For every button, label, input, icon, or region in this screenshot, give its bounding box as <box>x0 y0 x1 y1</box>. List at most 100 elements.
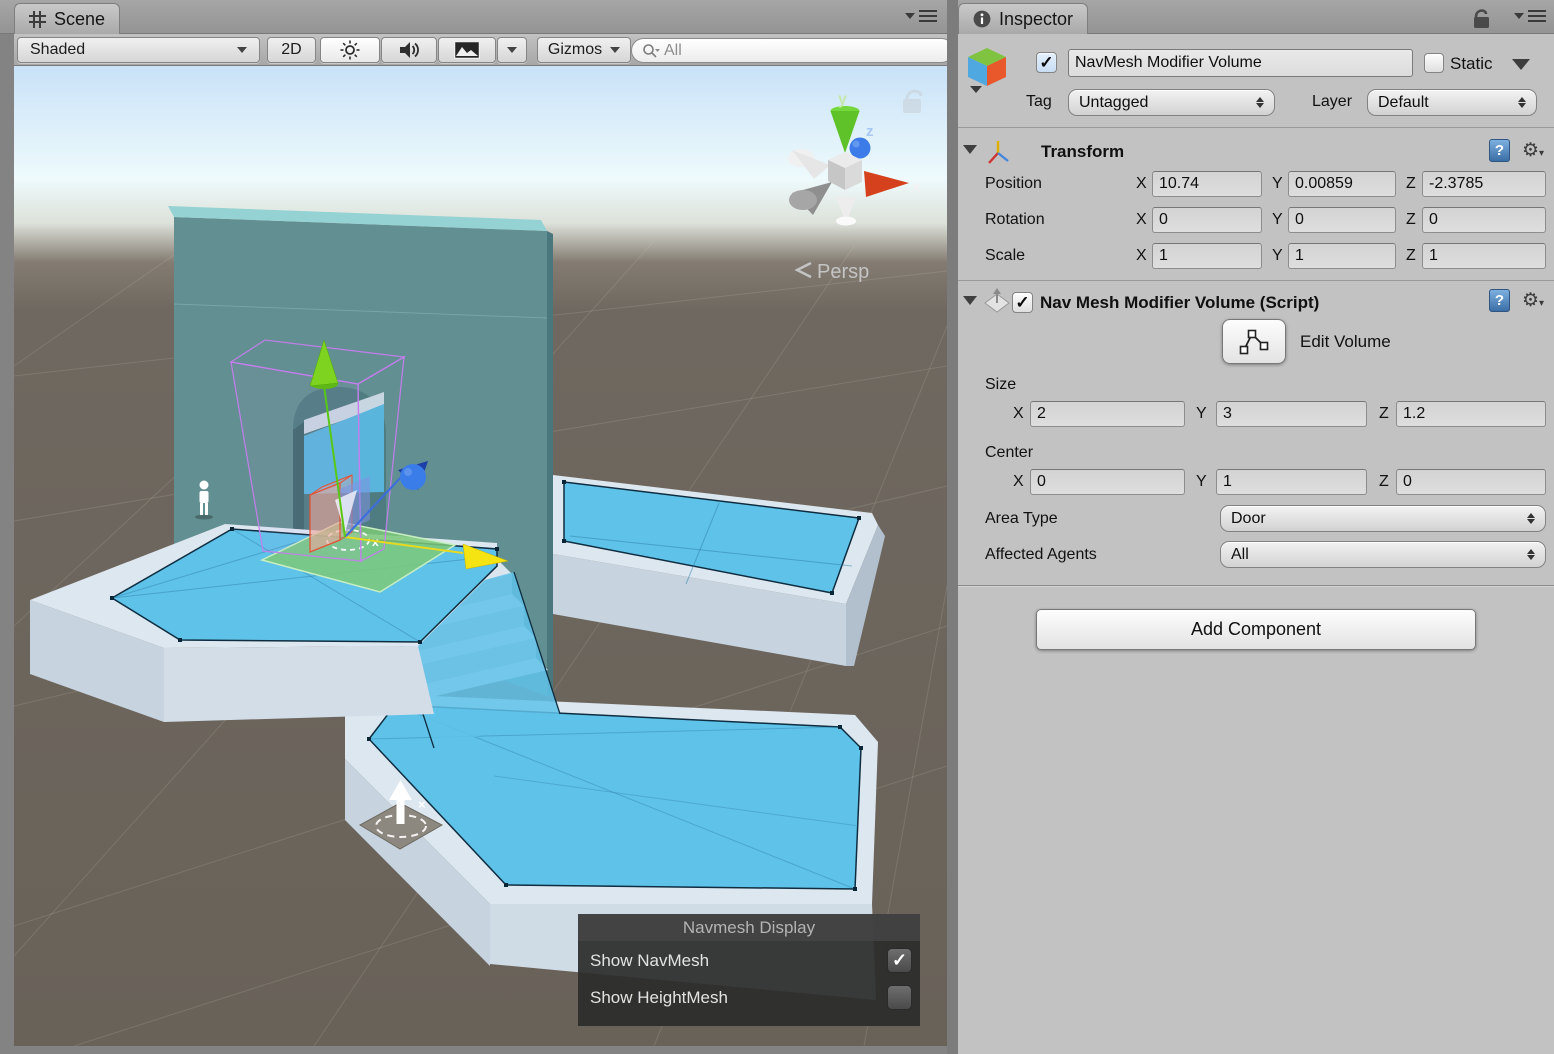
affected-agents-dropdown[interactable]: All <box>1220 541 1546 568</box>
effects-dropdown-button[interactable] <box>497 37 527 63</box>
static-checkbox[interactable] <box>1424 53 1444 73</box>
static-dropdown-icon[interactable] <box>1512 59 1530 70</box>
layer-dropdown[interactable]: Default <box>1367 89 1537 116</box>
scale-z-field[interactable]: 1 <box>1422 243 1546 269</box>
lock-icon[interactable] <box>1470 6 1492 30</box>
edit-volume-points-icon <box>1239 329 1269 355</box>
position-y-field[interactable]: 0.00859 <box>1288 171 1396 197</box>
inspector-panel-menu-icon[interactable] <box>1514 10 1546 22</box>
axis-z-label: Z <box>1406 243 1416 269</box>
scale-label: Scale <box>985 243 1025 269</box>
help-icon[interactable]: ? <box>1489 139 1510 162</box>
show-heightmesh-checkbox[interactable] <box>887 985 912 1010</box>
size-label: Size <box>985 372 1016 398</box>
area-type-label: Area Type <box>985 506 1058 532</box>
rotation-x-field[interactable]: 0 <box>1152 207 1262 233</box>
gameobject-active-checkbox[interactable]: ✓ <box>1036 52 1057 73</box>
gear-icon[interactable]: ⚙▾ <box>1522 291 1544 314</box>
rotation-z-field[interactable]: 0 <box>1422 207 1546 233</box>
inspector-tab-label: Inspector <box>999 9 1073 30</box>
gameobject-name-field[interactable]: NavMesh Modifier Volume <box>1068 49 1413 77</box>
search-icon <box>642 43 660 59</box>
draw-mode-label: Shaded <box>30 41 85 59</box>
gizmo-x-label: x <box>912 179 921 196</box>
size-y-field[interactable]: 3 <box>1216 401 1367 427</box>
info-icon <box>973 10 991 28</box>
position-x-field[interactable]: 10.74 <box>1152 171 1262 197</box>
sun-icon <box>340 40 360 60</box>
size-z-field[interactable]: 1.2 <box>1396 401 1546 427</box>
axis-z-label: Z <box>1406 171 1416 197</box>
center-y-field[interactable]: 1 <box>1216 469 1367 495</box>
add-component-button[interactable]: Add Component <box>1036 609 1476 650</box>
affected-agents-label: Affected Agents <box>985 542 1097 568</box>
transform-foldout[interactable] <box>963 145 977 154</box>
edit-volume-button[interactable] <box>1222 319 1286 364</box>
position-z-field[interactable]: -2.3785 <box>1422 171 1546 197</box>
navmesh-script-icon <box>983 288 1011 316</box>
scene-panel-menu-icon[interactable] <box>905 10 937 22</box>
speaker-icon <box>398 40 420 60</box>
center-label: Center <box>985 440 1033 466</box>
inspector-tabbar: Inspector <box>958 0 1554 34</box>
draw-mode-dropdown[interactable]: Shaded <box>17 37 260 63</box>
axis-y-label: Y <box>1272 171 1283 197</box>
axis-z-label: Z <box>1379 401 1389 427</box>
gameobject-cube-icon[interactable] <box>966 46 1008 94</box>
gizmos-label: Gizmos <box>548 41 602 59</box>
scale-x-field[interactable]: 1 <box>1152 243 1262 269</box>
scene-tab-label: Scene <box>54 9 105 30</box>
audio-toggle-button[interactable] <box>381 37 437 63</box>
tab-scene[interactable]: Scene <box>14 3 120 34</box>
modifier-enabled-checkbox[interactable]: ✓ <box>1012 292 1033 313</box>
axis-y-label: Y <box>1272 207 1283 233</box>
transform-title: Transform <box>1041 139 1124 165</box>
axis-x-label: X <box>1013 401 1024 427</box>
layer-value: Default <box>1378 94 1429 112</box>
show-heightmesh-label: Show HeightMesh <box>590 988 728 1008</box>
search-placeholder: All <box>664 42 682 60</box>
tab-inspector[interactable]: Inspector <box>958 3 1088 34</box>
gear-icon[interactable]: ⚙▾ <box>1522 141 1544 164</box>
position-label: Position <box>985 171 1042 197</box>
tag-dropdown[interactable]: Untagged <box>1068 89 1275 116</box>
show-navmesh-label: Show NavMesh <box>590 951 709 971</box>
modifier-foldout[interactable] <box>963 296 977 305</box>
scene-grid-icon <box>29 11 46 28</box>
2d-toggle-button[interactable]: 2D <box>267 37 316 63</box>
layer-label: Layer <box>1312 89 1352 115</box>
tag-label: Tag <box>1026 89 1052 115</box>
chevron-down-icon <box>610 47 620 53</box>
effects-toggle-button[interactable] <box>438 37 496 63</box>
area-type-value: Door <box>1231 510 1266 528</box>
size-x-field[interactable]: 2 <box>1030 401 1185 427</box>
static-label: Static <box>1450 51 1493 77</box>
area-type-dropdown[interactable]: Door <box>1220 505 1546 532</box>
gizmos-dropdown[interactable]: Gizmos <box>537 37 631 63</box>
dropdown-arrows-icon <box>1527 549 1535 560</box>
gizmo-z-ball[interactable] <box>850 138 871 159</box>
scene-3d-viewport[interactable]: x <box>14 66 947 1046</box>
axis-z-label: Z <box>1406 207 1416 233</box>
scene-tabbar: Scene <box>0 0 947 34</box>
show-navmesh-checkbox[interactable]: ✓ <box>887 948 912 973</box>
help-icon[interactable]: ? <box>1489 289 1510 312</box>
axis-x-label: X <box>1136 243 1147 269</box>
rotation-label: Rotation <box>985 207 1045 233</box>
scene-search-input[interactable]: All <box>631 38 954 63</box>
panel-splitter[interactable] <box>947 0 958 1054</box>
projection-label[interactable]: Persp <box>817 261 869 283</box>
center-x-field[interactable]: 0 <box>1030 469 1185 495</box>
dropdown-arrows-icon <box>1527 513 1535 524</box>
axis-y-label: Y <box>1272 243 1283 269</box>
lighting-toggle-button[interactable] <box>320 37 380 63</box>
center-z-field[interactable]: 0 <box>1396 469 1546 495</box>
rotation-y-field[interactable]: 0 <box>1288 207 1396 233</box>
scale-y-field[interactable]: 1 <box>1288 243 1396 269</box>
window-frame-left <box>0 34 14 1054</box>
add-component-label: Add Component <box>1191 619 1321 640</box>
axis-y-label: Y <box>1196 401 1207 427</box>
affected-agents-value: All <box>1231 546 1249 564</box>
axis-x-label: X <box>1013 469 1024 495</box>
scene-toolbar: Shaded 2D <box>14 34 947 66</box>
